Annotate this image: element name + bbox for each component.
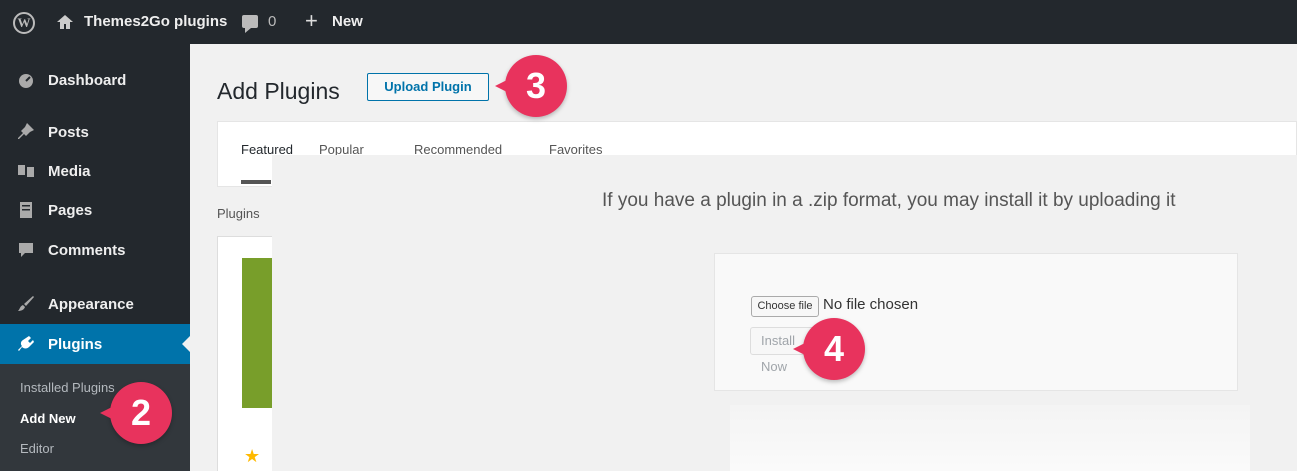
- submenu-installed-plugins[interactable]: Installed Plugins: [20, 380, 115, 395]
- star-icon: ★: [244, 446, 261, 466]
- new-content-link[interactable]: New: [332, 13, 363, 30]
- sidebar-item-label: Media: [48, 162, 91, 180]
- sidebar-item-label: Appearance: [48, 295, 134, 313]
- submenu-add-new[interactable]: Add New: [20, 411, 76, 426]
- media-icon: [16, 161, 36, 181]
- wordpress-logo-icon[interactable]: W: [13, 12, 35, 34]
- comment-count[interactable]: 0: [268, 13, 276, 30]
- choose-file-button[interactable]: Choose file: [751, 296, 819, 317]
- submenu-editor[interactable]: Editor: [20, 441, 54, 456]
- plugins-count-label: Plugins: [217, 206, 260, 221]
- upload-help-text: If you have a plugin in a .zip format, y…: [602, 190, 1176, 211]
- step-badge-2: 2: [100, 382, 172, 444]
- admin-bar: W Themes2Go plugins 0 + New: [0, 0, 1297, 44]
- step-badge-4: 4: [793, 318, 865, 380]
- active-tab-indicator: [241, 180, 271, 184]
- site-name-link[interactable]: Themes2Go plugins: [84, 13, 227, 30]
- sidebar-item-media[interactable]: Media: [0, 151, 190, 191]
- sidebar-item-appearance[interactable]: Appearance: [0, 284, 190, 324]
- plugin-thumbnail[interactable]: [242, 258, 276, 408]
- panel-fade: [730, 405, 1250, 471]
- step-badge-3: 3: [495, 55, 567, 117]
- sidebar-item-posts[interactable]: Posts: [0, 112, 190, 152]
- sidebar-item-dashboard[interactable]: Dashboard: [0, 60, 190, 100]
- dashboard-icon: [16, 70, 36, 90]
- sidebar-item-label: Posts: [48, 123, 89, 141]
- brush-icon: [16, 294, 36, 314]
- upload-plugin-button[interactable]: Upload Plugin: [367, 73, 489, 101]
- sidebar-item-label: Plugins: [48, 335, 103, 353]
- comment-bubble-icon[interactable]: [242, 15, 258, 33]
- home-icon[interactable]: [55, 12, 75, 32]
- pin-icon: [16, 122, 36, 142]
- sidebar-item-comments[interactable]: Comments: [0, 230, 190, 270]
- sidebar-item-label: Dashboard: [48, 71, 127, 89]
- sidebar-item-plugins[interactable]: Plugins: [0, 324, 190, 364]
- plus-icon[interactable]: +: [305, 8, 318, 34]
- pages-icon: [16, 200, 36, 220]
- page-title: Add Plugins: [217, 78, 340, 104]
- comment-icon: [16, 240, 36, 260]
- upload-form: [714, 253, 1238, 391]
- sidebar-item-label: Comments: [48, 241, 126, 259]
- plug-icon: [16, 334, 36, 354]
- no-file-chosen-label: No file chosen: [823, 296, 919, 313]
- sidebar-item-label: Pages: [48, 201, 93, 219]
- sidebar-item-pages[interactable]: Pages: [0, 190, 190, 230]
